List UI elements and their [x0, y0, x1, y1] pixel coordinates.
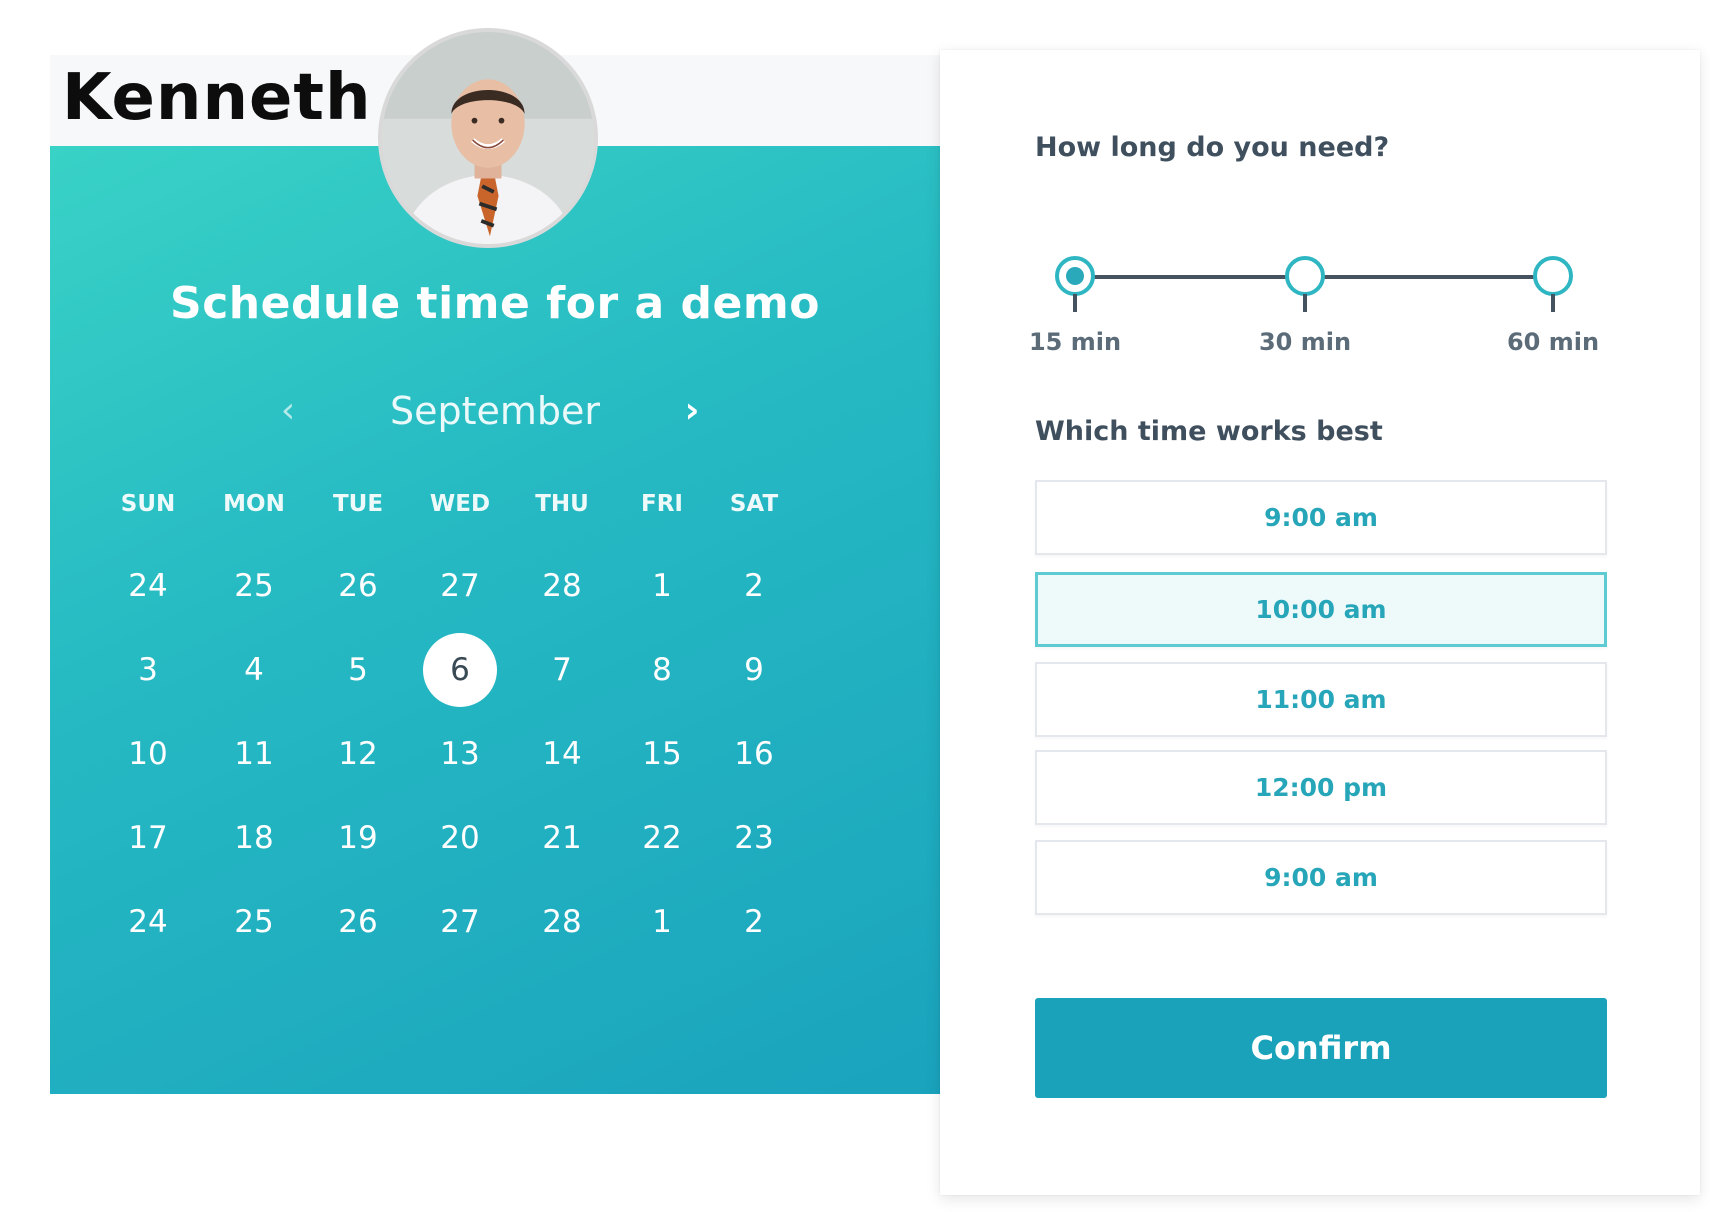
- duration-option-15[interactable]: [1055, 256, 1095, 326]
- calendar-day[interactable]: 2: [714, 902, 794, 942]
- calendar-week-row: 3456789: [108, 633, 908, 707]
- calendar-day[interactable]: 23: [714, 818, 794, 858]
- duration-label: 30 min: [1258, 328, 1352, 356]
- calendar-day[interactable]: 27: [420, 566, 500, 606]
- chevron-right-icon[interactable]: ›: [672, 386, 712, 436]
- calendar-panel: Schedule time for a demo ‹ September › S…: [50, 146, 940, 1094]
- duration-slider[interactable]: 15 min 30 min 60 min: [1029, 198, 1635, 356]
- confirm-button[interactable]: Confirm: [1035, 998, 1607, 1098]
- weekday-label: THU: [535, 491, 589, 517]
- calendar-day[interactable]: 26: [318, 566, 398, 606]
- host-name: Kenneth: [62, 61, 372, 135]
- stop-tick: [1073, 294, 1077, 312]
- calendar-day[interactable]: 9: [714, 650, 794, 690]
- duration-option-30[interactable]: [1285, 256, 1325, 326]
- time-slot-button[interactable]: 12:00 pm: [1035, 750, 1607, 825]
- weekday-label: TUE: [332, 491, 384, 517]
- stop-icon: [1533, 256, 1573, 296]
- calendar-day[interactable]: 5: [318, 650, 398, 690]
- calendar-day[interactable]: 20: [420, 818, 500, 858]
- calendar-day[interactable]: 28: [522, 902, 602, 942]
- calendar-day[interactable]: 2: [714, 566, 794, 606]
- month-navigation: ‹ September ›: [50, 386, 940, 436]
- calendar-day[interactable]: 27: [420, 902, 500, 942]
- calendar-day[interactable]: 15: [622, 734, 702, 774]
- meeting-scheduler: Kenneth Schedule time for a demo ‹ Septe…: [0, 0, 1710, 1212]
- calendar-day[interactable]: 1: [622, 902, 702, 942]
- calendar-week-row: 10 11 12 13 14 15 16: [108, 734, 908, 774]
- month-label: September: [389, 389, 601, 433]
- weekday-header-row: SUN MON TUE WED THU FRI SAT: [108, 484, 908, 524]
- calendar-day[interactable]: 8: [622, 650, 702, 690]
- calendar-day[interactable]: 22: [622, 818, 702, 858]
- calendar-day[interactable]: 16: [714, 734, 794, 774]
- calendar-day[interactable]: 13: [420, 734, 500, 774]
- weekday-label: FRI: [641, 491, 683, 517]
- calendar-day[interactable]: 11: [214, 734, 294, 774]
- time-slot-button[interactable]: 9:00 am: [1035, 840, 1607, 915]
- calendar-day[interactable]: 24: [108, 566, 188, 606]
- time-title: Which time works best: [1035, 416, 1383, 447]
- time-slot-button[interactable]: 10:00 am: [1035, 572, 1607, 647]
- stop-icon: [1285, 256, 1325, 296]
- booking-options-card: How long do you need? 15 min 30 min 60 m…: [940, 50, 1700, 1195]
- calendar-week-row: 24 25 26 27 28 1 2: [108, 902, 908, 942]
- weekday-label: MON: [223, 491, 285, 517]
- calendar-week-row: 24 25 26 27 28 1 2: [108, 566, 908, 606]
- calendar-day[interactable]: 25: [214, 902, 294, 942]
- host-avatar: [378, 28, 598, 248]
- weekday-label: WED: [429, 491, 491, 517]
- time-slot-button[interactable]: 11:00 am: [1035, 662, 1607, 737]
- calendar-day[interactable]: 14: [522, 734, 602, 774]
- calendar-day-selected[interactable]: 6: [423, 633, 497, 707]
- duration-label: 60 min: [1506, 328, 1600, 356]
- calendar-day[interactable]: 18: [214, 818, 294, 858]
- time-slot-button[interactable]: 9:00 am: [1035, 480, 1607, 555]
- calendar-day[interactable]: 3: [108, 650, 188, 690]
- calendar-day[interactable]: 26: [318, 902, 398, 942]
- calendar-day[interactable]: 4: [214, 650, 294, 690]
- calendar-week-row: 17 18 19 20 21 22 23: [108, 818, 908, 858]
- calendar-day[interactable]: 24: [108, 902, 188, 942]
- calendar-day[interactable]: 7: [522, 650, 602, 690]
- calendar-day[interactable]: 1: [622, 566, 702, 606]
- stop-tick: [1303, 294, 1307, 312]
- chevron-left-icon[interactable]: ‹: [268, 386, 308, 436]
- panel-title: Schedule time for a demo: [170, 278, 820, 329]
- calendar-day[interactable]: 10: [108, 734, 188, 774]
- duration-title: How long do you need?: [1035, 132, 1390, 163]
- calendar-day[interactable]: 25: [214, 566, 294, 606]
- stop-tick: [1551, 294, 1555, 312]
- calendar-day[interactable]: 19: [318, 818, 398, 858]
- weekday-label: SAT: [729, 491, 779, 517]
- calendar-day[interactable]: 21: [522, 818, 602, 858]
- duration-option-60[interactable]: [1533, 256, 1573, 326]
- calendar-day[interactable]: 12: [318, 734, 398, 774]
- weekday-label: SUN: [120, 491, 176, 517]
- selected-stop-icon: [1055, 256, 1095, 296]
- calendar-day[interactable]: 28: [522, 566, 602, 606]
- calendar-day[interactable]: 17: [108, 818, 188, 858]
- duration-label: 15 min: [1028, 328, 1122, 356]
